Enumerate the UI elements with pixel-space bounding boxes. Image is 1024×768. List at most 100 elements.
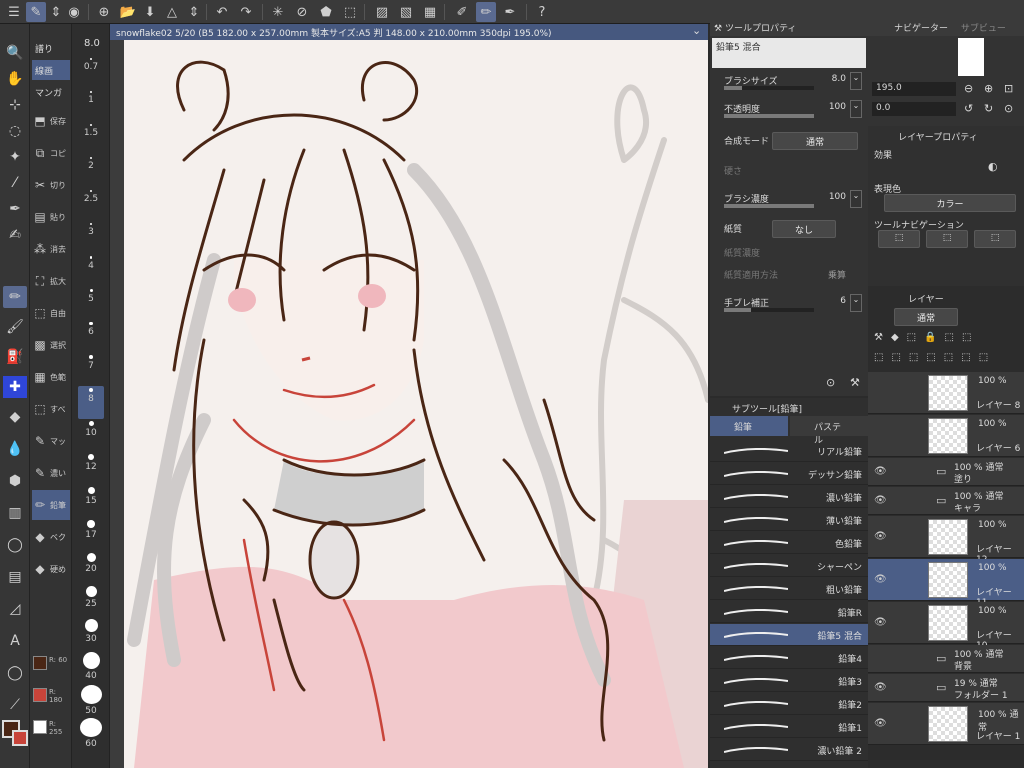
print-icon[interactable]: △ (162, 2, 182, 22)
subtool-item-cut[interactable]: ✂ 切り (32, 170, 70, 200)
correct-line-icon[interactable]: ⟋ (3, 694, 27, 716)
subtool-item-dark[interactable]: ✎ 濃い (32, 458, 70, 488)
tab-lineart[interactable]: 線画 (32, 60, 70, 80)
gradient-icon[interactable]: ▥ (3, 502, 27, 524)
fill-bucket-icon[interactable]: ⬢ (3, 470, 27, 492)
stabilization-stepper[interactable]: ⌄ (850, 294, 862, 312)
brush-item[interactable]: 鉛筆3 (710, 670, 868, 692)
brush-size-item[interactable]: 30 (78, 617, 104, 650)
eye-icon[interactable]: 👁 (874, 495, 887, 506)
brush-size-item[interactable]: 15 (78, 485, 104, 518)
pencil-icon[interactable]: ✏ (3, 286, 27, 308)
brush-size-item[interactable]: 12 (78, 452, 104, 485)
tab-manga[interactable]: マンガ (32, 82, 70, 102)
snap-grid-icon[interactable]: ▦ (420, 2, 440, 22)
airbrush-icon[interactable]: ⛽ (3, 346, 27, 368)
blend-mode-select[interactable]: 通常 (772, 132, 858, 150)
subtool-item-copy[interactable]: ⧉ コピ (32, 138, 70, 168)
color-swatch-sub[interactable] (33, 688, 47, 702)
subtool-item-paste[interactable]: ▤ 貼り (32, 202, 70, 232)
chevron-updown-icon-2[interactable]: ⇕ (184, 2, 204, 22)
canvas-tab[interactable]: snowflake02 5/20 (B5 182.00 x 257.00mm 製… (110, 24, 708, 40)
open-folder-icon[interactable]: 📂 (118, 2, 138, 22)
eye-icon[interactable]: 👁 (874, 718, 887, 729)
rotate-right-icon[interactable]: ↻ (984, 102, 993, 115)
blend-icon[interactable]: 💧 (3, 438, 27, 460)
subtool-item-select[interactable]: ▩ 選択 (32, 330, 70, 360)
toolnav-btn-3[interactable]: ⬚ (974, 230, 1016, 248)
brush-item[interactable]: 鉛筆4 (710, 647, 868, 669)
eye-icon[interactable]: 👁 (874, 682, 887, 693)
eye-icon[interactable]: 👁 (874, 617, 887, 628)
zoom-icon[interactable]: 🔍 (3, 42, 27, 64)
help-icon[interactable]: ? (532, 2, 552, 22)
brush-item[interactable]: 薄い鉛筆 (710, 509, 868, 531)
brush-size-item[interactable]: 0.7 (78, 56, 104, 89)
layer-row[interactable]: 👁 100 % 通常 レイヤー 1 (868, 703, 1024, 745)
wrench-icon-2[interactable]: ⚒ (850, 376, 860, 389)
stabilization-row[interactable]: 手ブレ補正 6 ⌄ (716, 294, 866, 316)
brush-size-item[interactable]: 6 (78, 320, 104, 353)
subtool-item-save[interactable]: ⬒ 保存 (32, 106, 70, 136)
subview-tab[interactable]: サブビュー (961, 24, 1006, 34)
brush-size-item[interactable]: 40 (78, 650, 104, 683)
layer-row[interactable]: 100 % レイヤー 6 (868, 415, 1024, 457)
text-icon[interactable]: A (3, 630, 27, 652)
brush-size-item[interactable]: 8 (78, 386, 104, 419)
clear-icon[interactable]: ⊘ (292, 2, 312, 22)
settings-icon[interactable]: ⊙ (826, 376, 835, 389)
hardness-row[interactable]: 硬さ (716, 162, 866, 184)
sub-color-swatch[interactable] (12, 730, 28, 746)
layer-row[interactable]: 👁100 %レイヤー 12 (868, 516, 1024, 565)
magic-wand-icon[interactable]: ✦ (3, 146, 27, 168)
brush-size-item[interactable]: 1 (78, 89, 104, 122)
brush-size-item[interactable]: 7 (78, 353, 104, 386)
zoom-input[interactable]: 195.0 (872, 82, 956, 96)
fill-icon[interactable]: ⬟ (316, 2, 336, 22)
reset-rotation-icon[interactable]: ⊙ (1004, 102, 1013, 115)
layer-folder[interactable]: 👁 ▭ 100 % 通常 キャラ (868, 487, 1024, 515)
undo-icon[interactable]: ↶ (212, 2, 232, 22)
grab-icon[interactable]: ✍ (3, 224, 27, 246)
paper-density-row[interactable]: 紙質濃度 (716, 244, 866, 266)
subtool-item-hard[interactable]: ◆ 硬め (32, 554, 70, 584)
operation-icon[interactable]: ⊹ (3, 94, 27, 116)
zoom-out-icon[interactable]: ⊖ (964, 82, 973, 95)
fit-icon[interactable]: ⊡ (1004, 82, 1013, 95)
figure-icon[interactable]: ◯ (3, 534, 27, 556)
opacity-stepper[interactable]: ⌄ (850, 100, 862, 118)
layer-folder[interactable]: 👁 ▭ 100 % 通常 塗り (868, 458, 1024, 486)
quick-marker-icon[interactable]: ✒ (500, 2, 520, 22)
brush-item[interactable]: 鉛筆R (710, 601, 868, 623)
subtool-item-pencil[interactable]: ✏ 鉛筆 (32, 490, 70, 520)
brush-size-item[interactable]: 50 (78, 683, 104, 716)
drawing-canvas[interactable] (124, 40, 708, 768)
subtool-item-vector[interactable]: ◆ ベク (32, 522, 70, 552)
subtool-item-erase[interactable]: ⁂ 消去 (32, 234, 70, 264)
brush-size-item[interactable]: 17 (78, 518, 104, 551)
layer-blend-select[interactable]: 通常 (894, 308, 958, 326)
brush-item[interactable]: シャーペン (710, 555, 868, 577)
brush-item[interactable]: 鉛筆2 (710, 693, 868, 715)
eyedropper-icon[interactable]: ⁄ (3, 172, 27, 194)
brush-size-item[interactable]: 20 (78, 551, 104, 584)
brush-size-item[interactable]: 60 (78, 716, 104, 749)
snap-ruler-icon[interactable]: ▨ (372, 2, 392, 22)
transform-icon[interactable]: ⬚ (340, 2, 360, 22)
brush-size-item[interactable]: 2 (78, 155, 104, 188)
subtool-item-scale[interactable]: ⛶ 拡大 (32, 266, 70, 296)
tab-pencil[interactable]: 鉛筆 (710, 416, 788, 436)
toolnav-btn-1[interactable]: ⬚ (878, 230, 920, 248)
layer-row[interactable]: 👁100 %レイヤー 11 (868, 559, 1024, 608)
brush-size-item[interactable]: 4 (78, 254, 104, 287)
paper-method-row[interactable]: 紙質適用方法 乗算 (716, 266, 866, 288)
brush-size-item[interactable]: 10 (78, 419, 104, 452)
paper-select[interactable]: なし (772, 220, 836, 238)
save-icon[interactable]: ⬇ (140, 2, 160, 22)
brush-size-item[interactable]: 3 (78, 221, 104, 254)
layer-row[interactable]: 100 % レイヤー 8 (868, 372, 1024, 414)
loading-icon[interactable]: ✳ (268, 2, 288, 22)
layer-folder[interactable]: ▭ 100 % 通常 背景 (868, 645, 1024, 673)
quick-pencil-icon[interactable]: ✏ (476, 2, 496, 22)
rotation-input[interactable]: 0.0 (872, 102, 956, 116)
